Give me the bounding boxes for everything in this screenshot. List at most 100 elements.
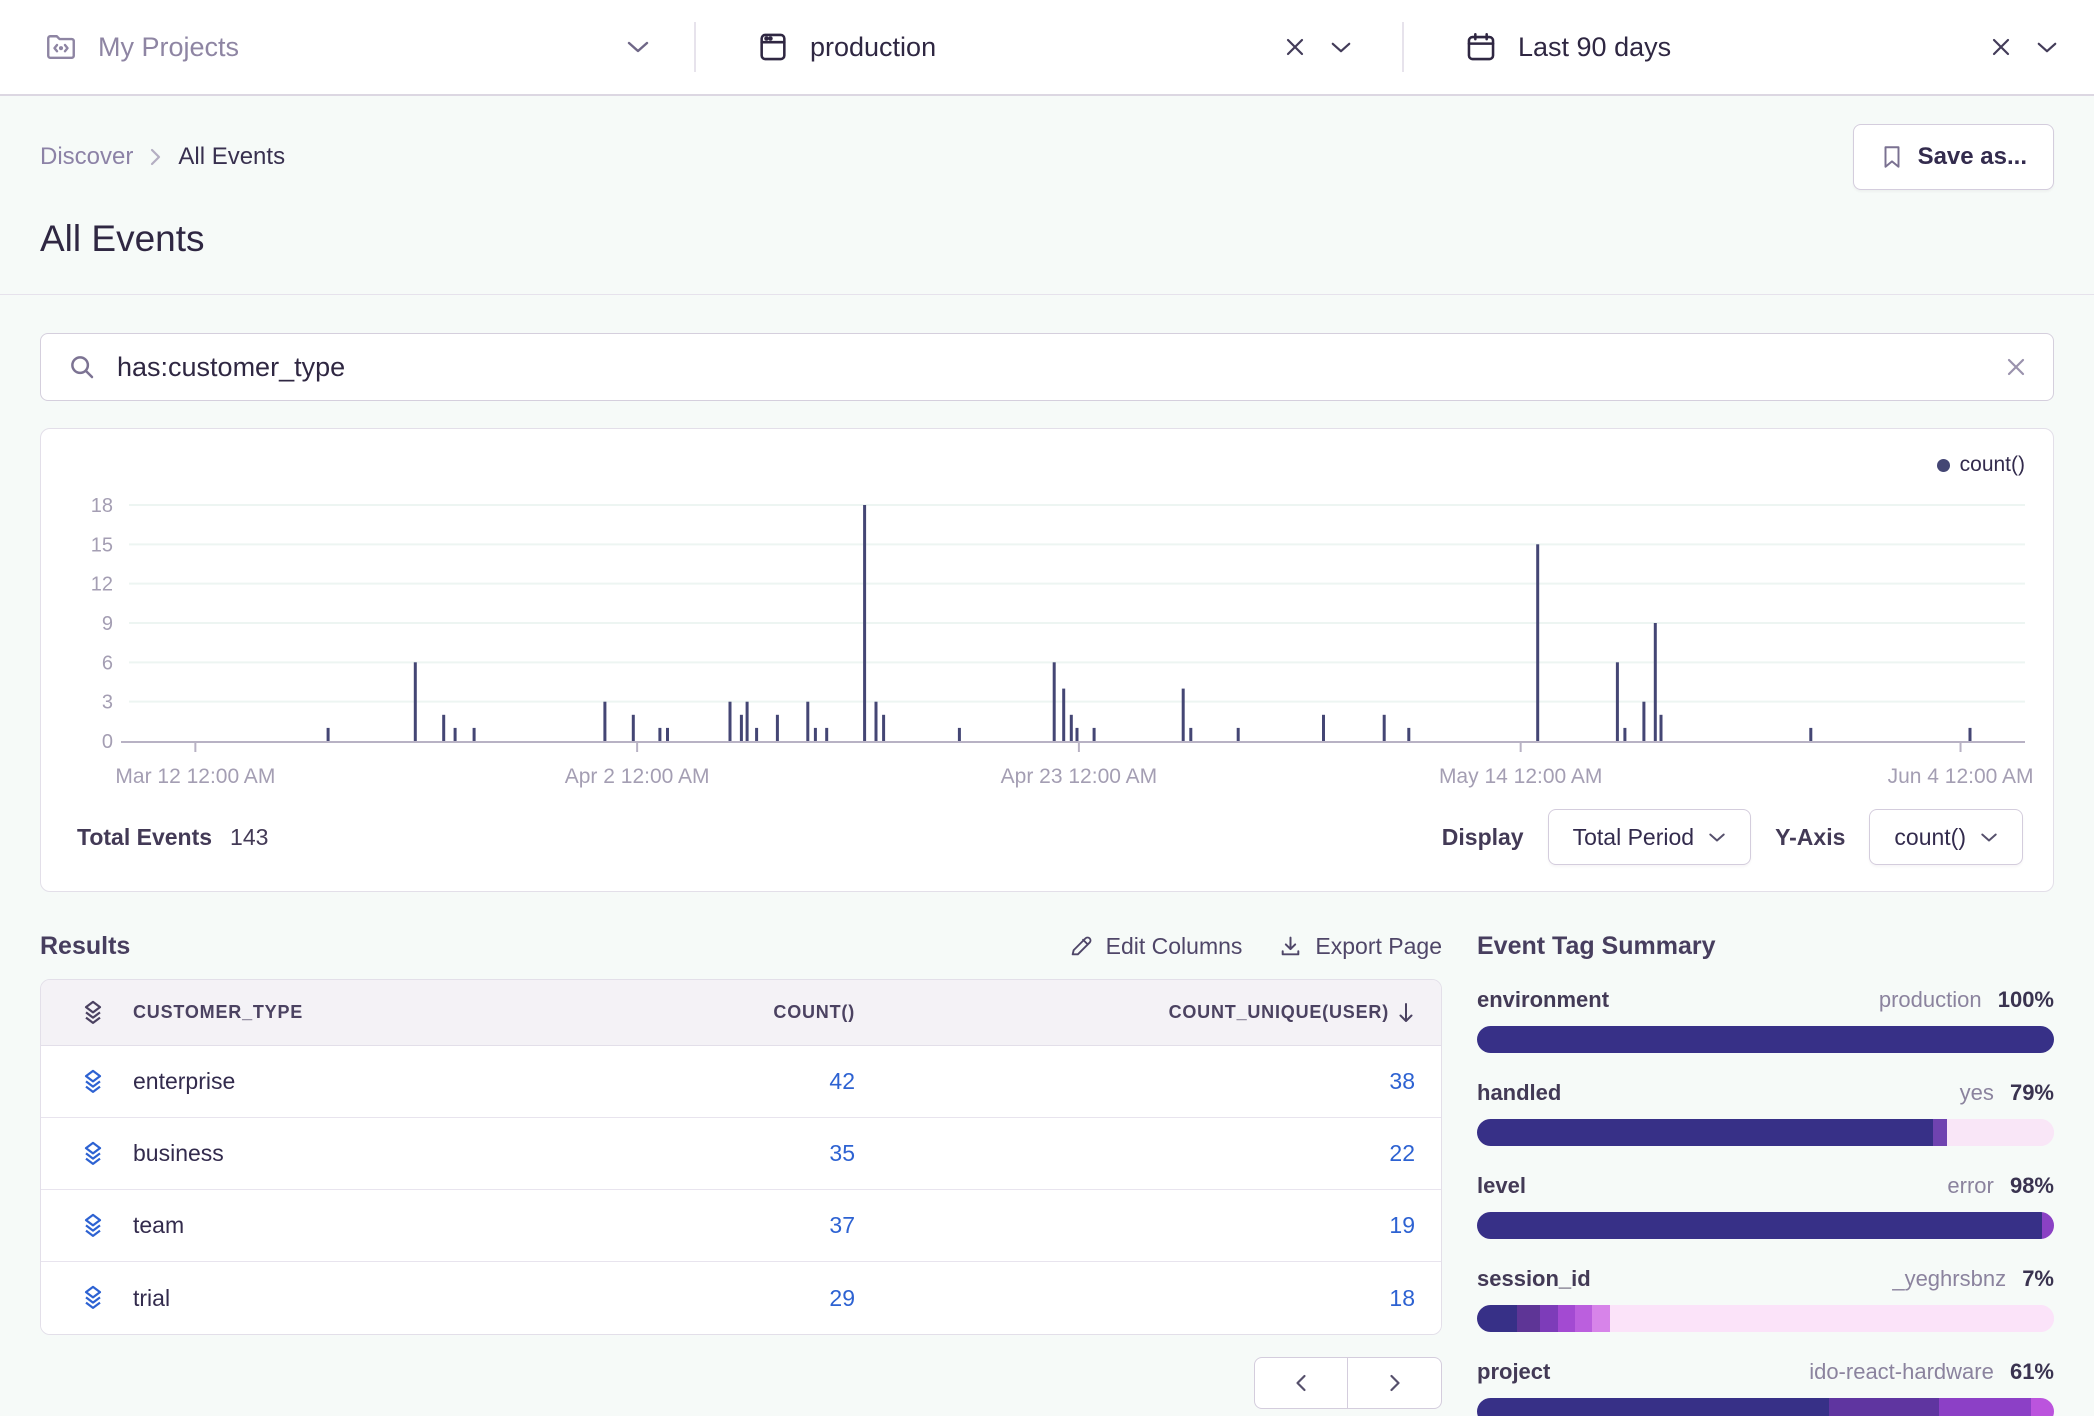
chart-bar (882, 715, 885, 741)
chart-bar (1076, 728, 1079, 741)
download-icon (1278, 934, 1303, 959)
page-header: Discover All Events Save as... All Event… (0, 96, 2094, 295)
chevron-left-icon (1294, 1373, 1308, 1393)
chevron-down-icon (1708, 832, 1726, 843)
calendar-icon (1464, 30, 1498, 64)
chart-bar (1407, 728, 1410, 741)
tag-bar-segment (1517, 1305, 1540, 1332)
tag-bar-segment (1610, 1305, 2054, 1332)
column-header-count-unique[interactable]: COUNT_UNIQUE(USER) (1169, 1002, 1389, 1023)
svg-text:Jun 4 12:00 AM: Jun 4 12:00 AM (1888, 765, 2034, 788)
tag-bar-segment (1933, 1119, 1947, 1146)
tag-bar-segment (1829, 1398, 1939, 1416)
environment-filter[interactable]: production (696, 0, 1402, 94)
tag-summary-row[interactable]: level error 98% (1477, 1173, 2054, 1239)
tag-name: session_id (1477, 1266, 1591, 1292)
total-events-value: 143 (230, 824, 268, 851)
tag-name: project (1477, 1359, 1550, 1385)
pagination-next-button[interactable] (1348, 1357, 1442, 1409)
pencil-icon (1069, 934, 1094, 959)
project-filter[interactable]: My Projects (0, 0, 694, 94)
export-page-button[interactable]: Export Page (1278, 933, 1442, 960)
tag-distribution-bar[interactable] (1477, 1212, 2054, 1239)
tag-top-value: error (1947, 1173, 1993, 1198)
date-range-filter[interactable]: Last 90 days (1404, 0, 2094, 94)
tag-summary-row[interactable]: session_id _yeghrsbnz 7% (1477, 1266, 2054, 1332)
breadcrumb-discover-link[interactable]: Discover (40, 143, 133, 171)
tag-distribution-bar[interactable] (1477, 1398, 2054, 1416)
tag-top-value: production (1879, 987, 1982, 1012)
table-row[interactable]: trial 29 18 (41, 1262, 1441, 1334)
chevron-down-icon[interactable] (2036, 41, 2058, 54)
tag-percent: 61% (2004, 1359, 2054, 1384)
tag-distribution-bar[interactable] (1477, 1305, 2054, 1332)
chart-bar (740, 715, 743, 741)
table-row[interactable]: team 37 19 (41, 1190, 1441, 1262)
tag-summary-row[interactable]: environment production 100% (1477, 987, 2054, 1053)
display-label: Display (1442, 824, 1524, 851)
tag-distribution-bar[interactable] (1477, 1119, 2054, 1146)
events-bar-chart[interactable]: 0369121518Mar 12 12:00 AMApr 2 12:00 AMA… (41, 445, 2053, 797)
chart-bar (729, 702, 732, 741)
tag-bar-segment (2031, 1398, 2054, 1416)
edit-columns-button[interactable]: Edit Columns (1069, 933, 1243, 960)
customer-type-value: business (133, 1140, 224, 1167)
tag-bar-segment (1558, 1305, 1575, 1332)
chart-bar (1809, 728, 1812, 741)
event-tag-summary: Event Tag Summary environment production… (1477, 932, 2054, 1416)
chart-bar (1536, 544, 1539, 741)
tag-bar-segment (1592, 1305, 1609, 1332)
count-unique-value-link[interactable]: 18 (1389, 1285, 1415, 1311)
legend-label: count() (1960, 453, 2025, 477)
clear-search-icon[interactable] (2005, 356, 2027, 378)
count-value-link[interactable]: 37 (829, 1212, 855, 1238)
tag-summary-row[interactable]: project ido-react-hardware 61% (1477, 1359, 2054, 1416)
count-unique-value-link[interactable]: 22 (1389, 1140, 1415, 1166)
pagination-prev-button[interactable] (1254, 1357, 1348, 1409)
chart-bar (1322, 715, 1325, 741)
chart-bar (1642, 702, 1645, 741)
chart-bar (806, 702, 809, 741)
display-select[interactable]: Total Period (1548, 809, 1751, 865)
tag-bar-segment (1477, 1398, 1829, 1416)
breadcrumb-chevron-icon (149, 147, 162, 167)
tag-percent: 98% (2004, 1173, 2054, 1198)
count-value-link[interactable]: 35 (829, 1140, 855, 1166)
tag-distribution-bar[interactable] (1477, 1026, 2054, 1053)
table-row[interactable]: business 35 22 (41, 1118, 1441, 1190)
chart-bar (755, 728, 758, 741)
search-input[interactable]: has:customer_type (117, 352, 1985, 383)
column-header-customer-type[interactable]: CUSTOMER_TYPE (133, 1002, 303, 1023)
sort-desc-arrow-icon[interactable] (1397, 1002, 1415, 1024)
events-chart-panel: count() 0369121518Mar 12 12:00 AMApr 2 1… (40, 428, 2054, 892)
count-value-link[interactable]: 42 (829, 1068, 855, 1094)
count-unique-value-link[interactable]: 19 (1389, 1212, 1415, 1238)
chart-bar (1623, 728, 1626, 741)
tag-summary-heading: Event Tag Summary (1477, 932, 2054, 961)
count-value-link[interactable]: 29 (829, 1285, 855, 1311)
results-table-header: CUSTOMER_TYPE COUNT() COUNT_UNIQUE(USER) (41, 980, 1441, 1046)
clear-date-range-icon[interactable] (1990, 36, 2012, 58)
search-bar[interactable]: has:customer_type (40, 333, 2054, 401)
svg-text:6: 6 (102, 652, 113, 674)
clear-environment-icon[interactable] (1284, 36, 1306, 58)
tag-summary-row[interactable]: handled yes 79% (1477, 1080, 2054, 1146)
svg-text:Apr 2 12:00 AM: Apr 2 12:00 AM (565, 765, 710, 788)
chart-bar (603, 702, 606, 741)
svg-text:May 14 12:00 AM: May 14 12:00 AM (1439, 765, 1602, 788)
chart-bar (1383, 715, 1386, 741)
chart-bar (327, 728, 330, 741)
save-as-button[interactable]: Save as... (1853, 124, 2054, 190)
svg-text:12: 12 (91, 574, 113, 596)
chart-bar (1053, 662, 1056, 741)
chart-bar (1237, 728, 1240, 741)
count-unique-value-link[interactable]: 38 (1389, 1068, 1415, 1094)
chevron-down-icon[interactable] (626, 40, 650, 54)
y-axis-select[interactable]: count() (1869, 809, 2023, 865)
table-row[interactable]: enterprise 42 38 (41, 1046, 1441, 1118)
chart-bar (1062, 689, 1065, 741)
chart-legend[interactable]: count() (1937, 453, 2025, 477)
chevron-down-icon[interactable] (1330, 41, 1352, 54)
svg-text:9: 9 (102, 613, 113, 635)
column-header-count[interactable]: COUNT() (773, 1002, 855, 1023)
